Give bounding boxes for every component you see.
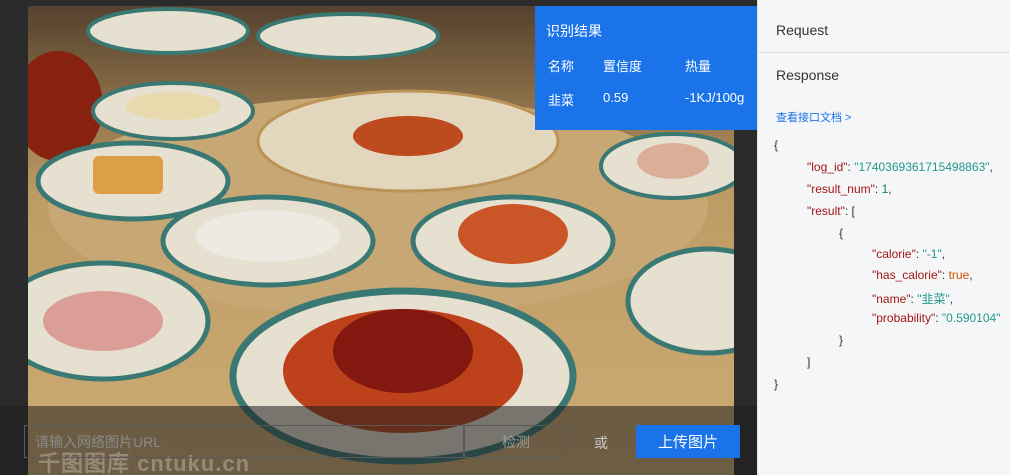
header-calorie: 热量 — [685, 59, 712, 74]
json-value: "韭菜" — [917, 292, 950, 306]
image-url-input[interactable] — [24, 425, 464, 458]
result-title: 识别结果 — [546, 23, 602, 39]
response-tab[interactable]: Response — [776, 67, 839, 83]
json-value: "1740369361715498863" — [854, 160, 990, 174]
divider — [758, 52, 1010, 53]
json-open-brace: { — [774, 138, 779, 152]
result-calorie: -1KJ/100g — [685, 90, 745, 105]
image-preview-area: 千图图库 cntuku.cn 检测 或 上传图片 识别结果 名称 置信度 热量 … — [0, 0, 757, 475]
json-key: "log_id" — [807, 160, 848, 174]
json-key: "result" — [807, 204, 845, 218]
json-calorie-line: "calorie": "-1", — [872, 247, 946, 261]
json-key: "result_num" — [807, 182, 875, 196]
json-name-line: "name": "韭菜", — [872, 292, 954, 306]
json-value: "0.590104" — [941, 311, 1001, 325]
json-probability-line: "probability": "0.590104" — [872, 311, 1001, 325]
api-panel: Request Response 查看接口文档 > { "log_id": "1… — [757, 0, 1010, 475]
json-result-line: "result": [ — [807, 204, 855, 218]
api-doc-link[interactable]: 查看接口文档 > — [776, 109, 851, 125]
header-name: 名称 — [548, 59, 575, 74]
json-value: "-1" — [922, 247, 942, 261]
json-open-bracket: [ — [851, 204, 855, 218]
json-close-bracket: ] — [807, 355, 811, 369]
recognition-result-panel: 识别结果 名称 置信度 热量 韭菜 0.59 -1KJ/100g — [535, 6, 757, 130]
request-tab[interactable]: Request — [776, 22, 828, 38]
json-item-open: { — [839, 226, 844, 240]
json-log-id-line: "log_id": "1740369361715498863", — [807, 160, 993, 174]
json-close-brace: } — [774, 377, 779, 391]
json-value: true — [948, 268, 970, 282]
json-result-num-line: "result_num": 1, — [807, 182, 892, 196]
json-key: "calorie" — [872, 247, 916, 261]
header-confidence: 置信度 — [603, 59, 643, 74]
json-key: "probability" — [872, 311, 936, 325]
result-confidence: 0.59 — [603, 90, 629, 105]
or-label: 或 — [594, 435, 608, 451]
detect-button[interactable]: 检测 — [464, 425, 568, 458]
json-key: "name" — [872, 292, 911, 306]
json-key: "has_calorie" — [872, 268, 942, 282]
result-name: 韭菜 — [548, 93, 575, 108]
json-item-close: } — [839, 333, 844, 347]
json-value: 1 — [881, 182, 889, 196]
upload-image-button[interactable]: 上传图片 — [636, 425, 740, 458]
json-has-calorie-line: "has_calorie": true, — [872, 268, 973, 282]
